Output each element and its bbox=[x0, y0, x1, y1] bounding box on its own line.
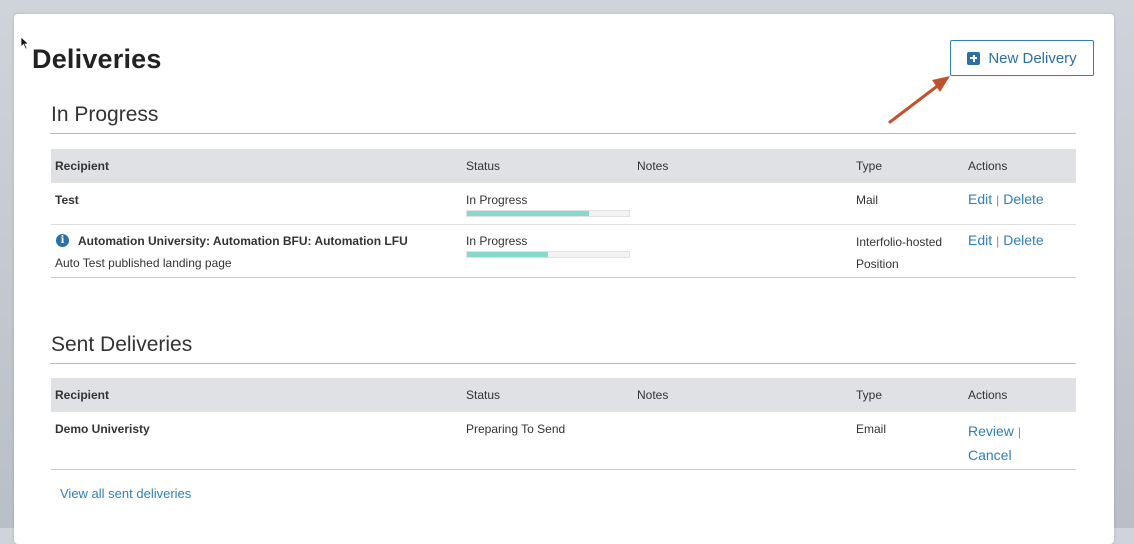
in-progress-table-header: Recipient Status Notes Type Actions bbox=[51, 149, 1076, 183]
new-delivery-label: New Delivery bbox=[988, 49, 1077, 67]
col-recipient: Recipient bbox=[55, 159, 110, 173]
sent-table-header: Recipient Status Notes Type Actions bbox=[51, 378, 1076, 412]
col-type: Type bbox=[856, 159, 883, 173]
row-type: Email bbox=[856, 422, 887, 436]
row-recipient: Demo Univeristy bbox=[55, 422, 150, 436]
row-divider bbox=[51, 469, 1076, 470]
cancel-link[interactable]: Cancel bbox=[968, 447, 1012, 463]
new-delivery-button[interactable]: New Delivery bbox=[950, 40, 1094, 76]
col-actions: Actions bbox=[968, 159, 1008, 173]
delete-link[interactable]: Delete bbox=[1003, 232, 1043, 248]
col-recipient: Recipient bbox=[55, 388, 110, 402]
review-link[interactable]: Review bbox=[968, 423, 1014, 439]
col-notes: Notes bbox=[637, 159, 669, 173]
col-status: Status bbox=[466, 159, 501, 173]
page-title: Deliveries bbox=[32, 44, 162, 74]
edit-link[interactable]: Edit bbox=[968, 232, 992, 248]
annotation-arrow-icon bbox=[888, 76, 950, 124]
col-notes: Notes bbox=[637, 388, 669, 402]
progress-bar bbox=[466, 210, 630, 217]
progress-fill bbox=[467, 211, 589, 216]
mouse-cursor-icon bbox=[20, 36, 30, 50]
row-recipient: Test bbox=[55, 193, 79, 207]
row-status: Preparing To Send bbox=[466, 422, 566, 436]
row-status: In Progress bbox=[466, 234, 528, 248]
progress-fill bbox=[467, 252, 548, 257]
in-progress-rule bbox=[50, 133, 1076, 134]
sent-deliveries-rule bbox=[50, 363, 1076, 364]
info-icon[interactable]: i bbox=[56, 234, 69, 247]
row-type: Interfolio-hosted Position bbox=[856, 235, 943, 271]
progress-bar bbox=[466, 251, 630, 258]
col-status: Status bbox=[466, 388, 501, 402]
row-type: Mail bbox=[856, 193, 879, 207]
edit-link[interactable]: Edit bbox=[968, 191, 992, 207]
separator: | bbox=[1017, 425, 1022, 439]
col-type: Type bbox=[856, 388, 883, 402]
view-all-sent-link[interactable]: View all sent deliveries bbox=[60, 486, 191, 501]
plus-square-icon bbox=[967, 51, 981, 65]
separator: | bbox=[996, 234, 1000, 248]
delete-link[interactable]: Delete bbox=[1003, 191, 1043, 207]
row-status: In Progress bbox=[466, 193, 528, 207]
sent-deliveries-title: Sent Deliveries bbox=[51, 333, 193, 356]
row-divider bbox=[51, 224, 1076, 225]
row-actions: Review | Cancel bbox=[968, 420, 1058, 468]
row-recipient: Automation University: Automation BFU: A… bbox=[78, 234, 408, 248]
separator: | bbox=[996, 193, 1000, 207]
in-progress-title: In Progress bbox=[51, 103, 159, 126]
col-actions: Actions bbox=[968, 388, 1008, 402]
row-actions: Edit | Delete bbox=[968, 191, 1044, 207]
row-recipient-sub: Auto Test published landing page bbox=[55, 256, 232, 270]
row-divider bbox=[51, 277, 1076, 278]
row-actions: Edit | Delete bbox=[968, 232, 1044, 248]
